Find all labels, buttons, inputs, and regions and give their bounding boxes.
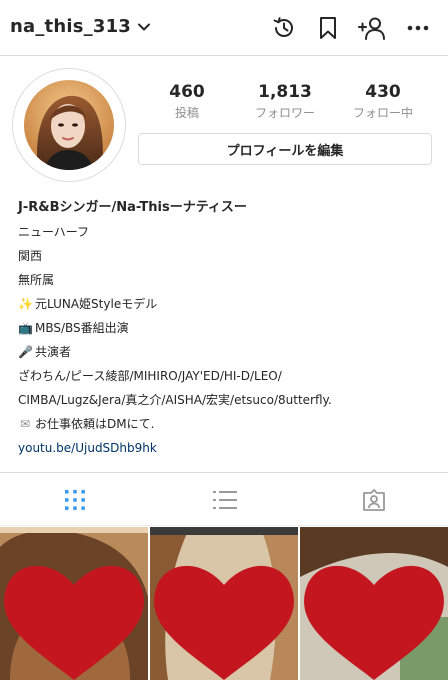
bio-section: J-R&Bシンガー/Na-Thisーナティスー ニューハーフ 関西 無所属 ✨ 元… (18, 196, 438, 460)
discover-people-icon[interactable] (356, 14, 388, 42)
stat-posts[interactable]: 460 投稿 (142, 82, 232, 121)
followers-count: 1,813 (258, 82, 312, 102)
chevron-down-icon (138, 23, 151, 30)
bio-line-text: MBS/BS番組出演 (35, 321, 129, 335)
tagged-photos-icon (362, 489, 385, 511)
tab-list[interactable] (150, 473, 299, 527)
grid-photo[interactable] (300, 527, 448, 680)
bio-line-contact: ✉ お仕事依頼はDMにて. (18, 412, 438, 436)
bio-line: CIMBA/Lugz&Jera/真之介/AISHA/宏実/etsuco/8utt… (18, 393, 332, 407)
profile-name: J-R&Bシンガー/Na-Thisーナティスー (18, 200, 247, 215)
tab-tagged[interactable] (299, 473, 448, 527)
username-title: na_this_313 (10, 16, 132, 37)
microphone-icon: 🎤 (18, 345, 33, 359)
bio-line-text: お仕事依頼はDMにて. (35, 417, 155, 431)
grid-photo[interactable] (0, 527, 148, 680)
list-view-icon (212, 491, 237, 509)
following-label: フォロー中 (352, 106, 413, 120)
bio-line-tv: 📺 MBS/BS番組出演 (18, 316, 438, 340)
profile-view-tabs (0, 472, 448, 526)
followers-label: フォロワー (254, 106, 315, 120)
more-options-icon[interactable] (404, 14, 432, 42)
stat-followers[interactable]: 1,813 フォロワー (240, 82, 330, 121)
bio-line: 関西 (18, 249, 43, 263)
bio-line-modeling: ✨ 元LUNA姫Styleモデル (18, 292, 438, 316)
photo-grid (0, 527, 448, 680)
stat-following[interactable]: 430 フォロー中 (338, 82, 428, 121)
sparkles-icon: ✨ (18, 297, 33, 311)
avatar[interactable] (24, 80, 114, 170)
tab-grid[interactable] (0, 473, 149, 527)
top-navigation-bar: na_this_313 (0, 0, 448, 56)
edit-profile-button[interactable]: プロフィールを編集 (138, 133, 432, 165)
bio-line-text: 共演者 (35, 345, 72, 359)
following-count: 430 (365, 82, 401, 102)
bio-line: 無所属 (18, 273, 55, 287)
envelope-icon: ✉ (19, 417, 31, 431)
posts-label: 投稿 (174, 106, 199, 120)
grid-view-icon (64, 490, 85, 510)
archive-history-icon[interactable] (270, 14, 298, 42)
bio-line: ニューハーフ (18, 225, 90, 239)
bookmark-icon[interactable] (314, 14, 342, 42)
grid-photo[interactable] (150, 527, 298, 680)
bio-website-link[interactable]: youtu.be/UjudSDhb9hk (18, 436, 438, 460)
television-icon: 📺 (18, 321, 33, 335)
bio-line-text: 元LUNA姫Styleモデル (35, 297, 158, 311)
account-switcher[interactable]: na_this_313 (10, 16, 151, 37)
posts-count: 460 (169, 82, 205, 102)
bio-line: ざわちん/ピース綾部/MIHIRO/JAY'ED/HI-D/LEO/ (18, 369, 282, 383)
bio-line-costars: 🎤 共演者 (18, 340, 438, 364)
